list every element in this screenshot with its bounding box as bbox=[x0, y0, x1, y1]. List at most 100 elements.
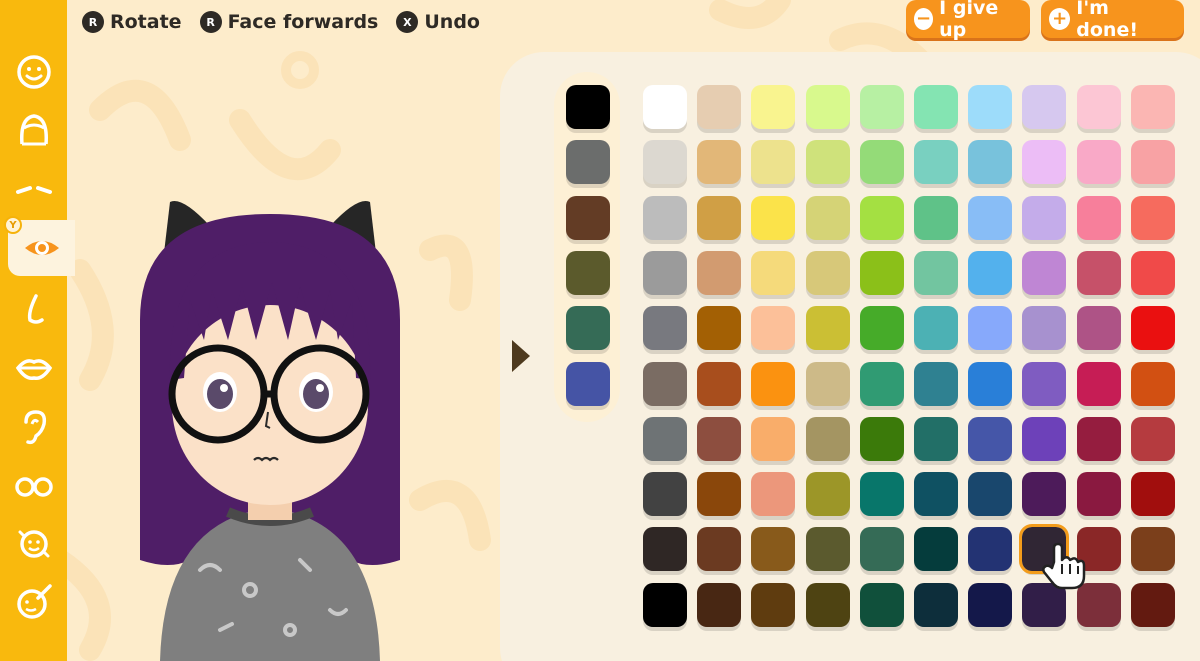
color-swatch[interactable] bbox=[751, 472, 796, 517]
sidebar-item-face-rotate[interactable] bbox=[0, 516, 67, 572]
color-swatch[interactable] bbox=[859, 140, 904, 185]
color-swatch[interactable] bbox=[1076, 195, 1121, 240]
color-swatch[interactable] bbox=[1130, 140, 1175, 185]
sidebar-item-hair[interactable] bbox=[0, 102, 67, 158]
color-swatch[interactable] bbox=[859, 416, 904, 461]
color-swatch[interactable] bbox=[914, 527, 958, 572]
color-swatch[interactable] bbox=[859, 527, 904, 572]
color-swatch[interactable] bbox=[643, 250, 687, 295]
color-swatch[interactable] bbox=[643, 85, 687, 129]
color-swatch[interactable] bbox=[643, 306, 687, 351]
color-swatch[interactable] bbox=[968, 527, 1013, 572]
color-swatch[interactable] bbox=[1022, 195, 1067, 240]
color-swatch[interactable] bbox=[914, 472, 958, 517]
color-swatch[interactable] bbox=[1022, 140, 1067, 185]
color-swatch[interactable] bbox=[1130, 582, 1175, 627]
color-swatch[interactable] bbox=[1130, 361, 1175, 406]
color-swatch[interactable] bbox=[805, 195, 850, 240]
color-swatch[interactable] bbox=[805, 140, 850, 185]
color-swatch[interactable] bbox=[751, 140, 796, 185]
color-swatch[interactable] bbox=[697, 250, 742, 295]
color-swatch[interactable] bbox=[751, 306, 796, 351]
color-swatch[interactable] bbox=[1022, 472, 1067, 517]
sidebar-item-nose[interactable] bbox=[0, 282, 67, 338]
color-swatch[interactable] bbox=[751, 195, 796, 240]
color-swatch[interactable] bbox=[1076, 306, 1121, 351]
base-color-swatch[interactable] bbox=[566, 85, 610, 129]
color-swatch[interactable] bbox=[643, 195, 687, 240]
color-swatch[interactable] bbox=[968, 582, 1013, 627]
color-swatch[interactable] bbox=[914, 306, 958, 351]
color-swatch[interactable] bbox=[751, 361, 796, 406]
color-swatch[interactable] bbox=[697, 140, 742, 185]
color-swatch[interactable] bbox=[968, 306, 1013, 351]
color-swatch[interactable] bbox=[1022, 250, 1067, 295]
color-swatch[interactable] bbox=[859, 306, 904, 351]
sidebar-item-glasses[interactable] bbox=[0, 458, 67, 514]
base-color-swatch[interactable] bbox=[566, 250, 610, 295]
color-swatch[interactable] bbox=[914, 195, 958, 240]
color-swatch[interactable] bbox=[751, 85, 796, 129]
color-swatch[interactable] bbox=[805, 306, 850, 351]
color-swatch[interactable] bbox=[697, 416, 742, 461]
sidebar-item-ears[interactable] bbox=[0, 400, 67, 456]
color-swatch[interactable] bbox=[859, 582, 904, 627]
base-color-swatch[interactable] bbox=[566, 195, 610, 240]
color-swatch[interactable] bbox=[643, 416, 687, 461]
done-button[interactable]: + I'm done! bbox=[1041, 0, 1184, 41]
color-swatch[interactable] bbox=[697, 527, 742, 572]
color-swatch[interactable] bbox=[1130, 527, 1175, 572]
color-swatch[interactable] bbox=[914, 416, 958, 461]
base-color-swatch[interactable] bbox=[566, 140, 610, 185]
color-swatch[interactable] bbox=[914, 85, 958, 129]
color-swatch[interactable] bbox=[914, 361, 958, 406]
sidebar-item-makeup[interactable] bbox=[0, 574, 67, 630]
color-swatch[interactable] bbox=[1022, 306, 1067, 351]
color-swatch[interactable] bbox=[968, 250, 1013, 295]
color-swatch[interactable] bbox=[1022, 361, 1067, 406]
color-swatch[interactable] bbox=[968, 140, 1013, 185]
color-swatch[interactable] bbox=[697, 361, 742, 406]
color-swatch[interactable] bbox=[643, 361, 687, 406]
color-swatch[interactable] bbox=[1130, 85, 1175, 129]
color-swatch[interactable] bbox=[859, 361, 904, 406]
color-swatch[interactable] bbox=[805, 472, 850, 517]
color-swatch[interactable] bbox=[968, 361, 1013, 406]
color-swatch[interactable] bbox=[1076, 85, 1121, 129]
color-swatch[interactable] bbox=[1076, 416, 1121, 461]
color-swatch[interactable] bbox=[1076, 250, 1121, 295]
color-swatch[interactable] bbox=[751, 582, 796, 627]
color-swatch[interactable] bbox=[1130, 306, 1175, 351]
color-swatch[interactable] bbox=[643, 527, 687, 572]
color-swatch[interactable] bbox=[859, 250, 904, 295]
sidebar-item-face[interactable] bbox=[0, 44, 67, 100]
color-swatch[interactable] bbox=[1130, 250, 1175, 295]
color-swatch[interactable] bbox=[1130, 416, 1175, 461]
color-swatch[interactable] bbox=[1022, 416, 1067, 461]
color-swatch[interactable] bbox=[697, 582, 742, 627]
color-swatch[interactable] bbox=[859, 195, 904, 240]
color-swatch[interactable] bbox=[914, 250, 958, 295]
color-swatch[interactable] bbox=[859, 472, 904, 517]
color-swatch[interactable] bbox=[805, 527, 850, 572]
color-swatch[interactable] bbox=[968, 85, 1013, 129]
color-swatch[interactable] bbox=[914, 140, 958, 185]
color-swatch[interactable] bbox=[805, 250, 850, 295]
color-swatch[interactable] bbox=[697, 85, 742, 129]
color-swatch[interactable] bbox=[859, 85, 904, 129]
color-swatch[interactable] bbox=[751, 416, 796, 461]
mii-character-preview[interactable] bbox=[120, 190, 420, 661]
sidebar-item-eyebrows[interactable] bbox=[0, 162, 67, 218]
color-swatch[interactable] bbox=[1076, 140, 1121, 185]
color-swatch[interactable] bbox=[968, 472, 1013, 517]
color-swatch[interactable] bbox=[805, 361, 850, 406]
color-swatch[interactable] bbox=[697, 306, 742, 351]
color-swatch[interactable] bbox=[643, 582, 687, 627]
color-swatch[interactable] bbox=[968, 416, 1013, 461]
sidebar-item-mouth[interactable] bbox=[0, 340, 67, 396]
color-swatch[interactable] bbox=[751, 250, 796, 295]
color-swatch[interactable] bbox=[1076, 361, 1121, 406]
color-swatch[interactable] bbox=[1076, 472, 1121, 517]
color-swatch[interactable] bbox=[1022, 85, 1067, 129]
color-swatch[interactable] bbox=[914, 582, 958, 627]
